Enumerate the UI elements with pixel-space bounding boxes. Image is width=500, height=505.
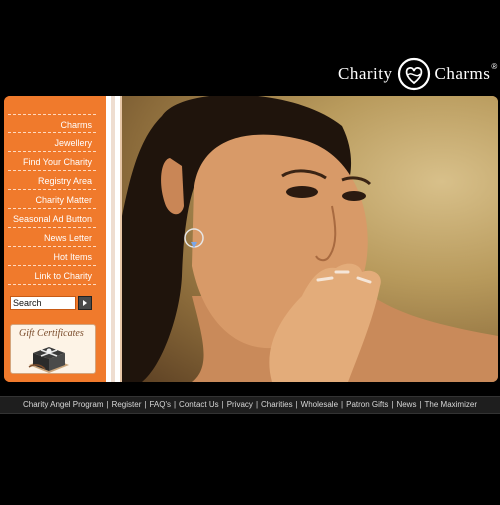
sidebar: Charms Jewellery Find Your Charity Regis… [4,96,102,382]
nav-item-link-to-charity[interactable]: Link to Charity [8,266,96,285]
sidebar-nav: Charms Jewellery Find Your Charity Regis… [8,114,96,285]
nav-item-find-your-charity[interactable]: Find Your Charity [8,152,96,171]
heart-logo-icon [397,57,430,91]
woman-portrait-illustration [122,96,498,382]
search-input[interactable] [10,296,76,310]
nav-item-seasonal-ad-button[interactable]: Seasonal Ad Button [8,209,96,228]
logo-word-left: Charity [338,64,393,84]
nav-item-news-letter[interactable]: News Letter [8,228,96,247]
site-logo[interactable]: Charity Charms ® [338,56,498,92]
footer-separator: | [173,400,177,409]
footer-link-wholesale[interactable]: Wholesale [301,400,338,409]
footer-link-register[interactable]: Register [112,400,142,409]
registered-mark: ® [491,62,498,71]
footer-separator: | [295,400,298,409]
footer-link-patron-gifts[interactable]: Patron Gifts [346,400,388,409]
footer-separator: | [341,400,344,409]
gift-certificates-title: Gift Certificates [19,328,84,339]
footer-link-the-maximizer[interactable]: The Maximizer [425,400,477,409]
footer-link-news[interactable]: News [396,400,416,409]
search-button[interactable] [78,296,92,310]
footer-link-contact-us[interactable]: Contact Us [179,400,219,409]
footer-separator: | [255,400,259,409]
footer-link-charity-angel-program[interactable]: Charity Angel Program [23,400,103,409]
panel-divider [102,96,122,382]
nav-item-charms[interactable]: Charms [8,114,96,133]
footer-separator: | [106,400,109,409]
footer-link-charities[interactable]: Charities [261,400,293,409]
search-box [10,296,92,310]
hero-photo [122,96,498,382]
gift-box-icon [28,347,69,373]
footer-separator: | [144,400,147,409]
logo-word-left-text: Charity [338,64,393,83]
nav-item-charity-matter[interactable]: Charity Matter [8,190,96,209]
footer-links: Charity Angel Program | Register | FAQ's | Con… [0,400,500,409]
logo-word-right: Charms [435,64,491,84]
nav-item-hot-items[interactable]: Hot Items [8,247,96,266]
footer-separator: | [221,400,224,409]
footer-separator: | [419,400,422,409]
nav-item-jewellery[interactable]: Jewellery [8,133,96,152]
logo-word-right-text: Charms [434,64,491,83]
gift-certificates-banner[interactable]: Gift Certificates [10,324,96,374]
footer-separator: | [391,400,394,409]
footer-link-privacy[interactable]: Privacy [227,400,253,409]
nav-item-registry-area[interactable]: Registry Area [8,171,96,190]
footer-link-faqs[interactable]: FAQ's [149,400,171,409]
main-panel: Charms Jewellery Find Your Charity Regis… [4,96,498,382]
arrow-right-icon [83,300,87,306]
